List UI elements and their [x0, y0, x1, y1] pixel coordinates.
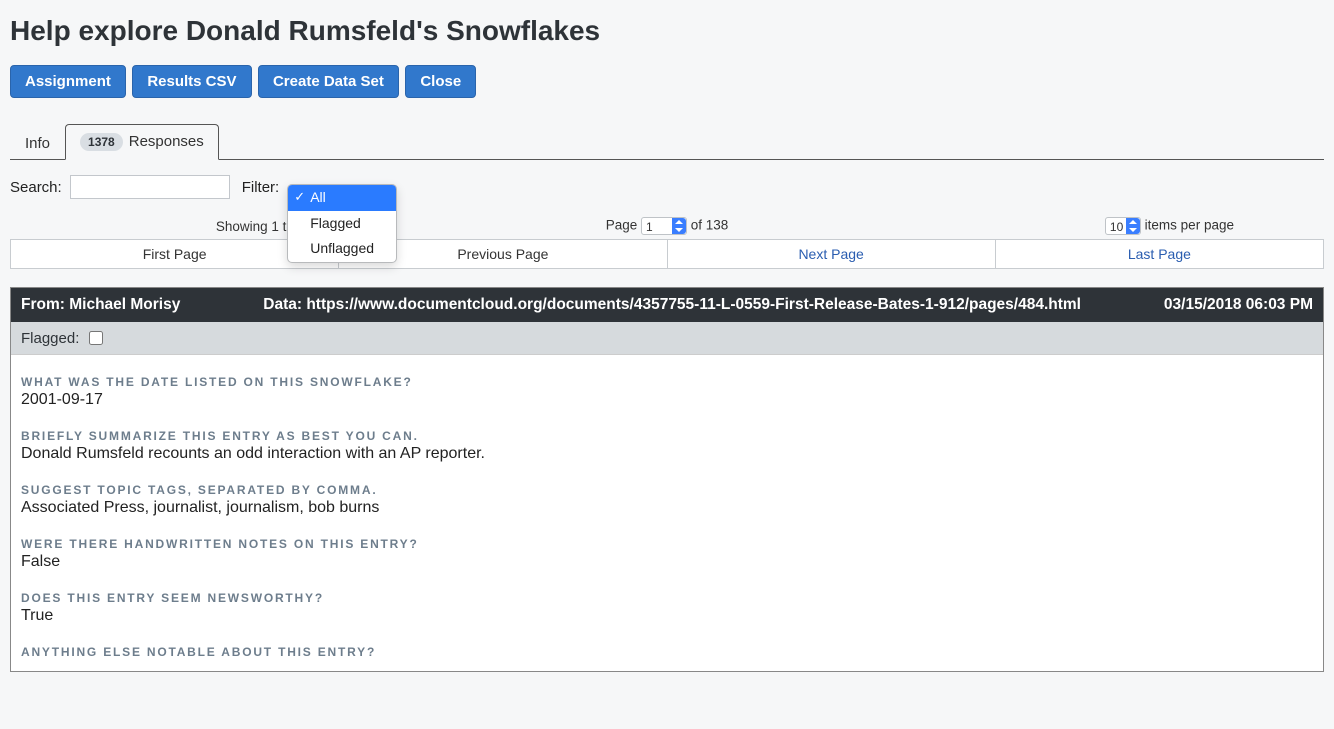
filter-option-all[interactable]: All	[288, 185, 396, 211]
create-data-set-button[interactable]: Create Data Set	[258, 65, 399, 98]
filter-option-unflagged[interactable]: Unflagged	[288, 236, 396, 262]
qa-answer: 2001-09-17	[21, 391, 1313, 409]
assignment-button[interactable]: Assignment	[10, 65, 126, 98]
close-button[interactable]: Close	[405, 65, 476, 98]
pager-page-controls: Page 1 of 138	[450, 217, 884, 235]
qa-question: DOES THIS ENTRY SEEM NEWSWORTHY?	[21, 591, 1313, 605]
items-stepper-icon[interactable]	[1126, 218, 1140, 234]
search-label: Search:	[10, 179, 62, 196]
qa-block: WERE THERE HANDWRITTEN NOTES ON THIS ENT…	[21, 537, 1313, 571]
pager-row: Showing 1 to 10 of Page 1 of 138 10 item…	[10, 217, 1324, 235]
tab-responses[interactable]: 1378 Responses	[65, 124, 219, 160]
data-label: Data:	[263, 296, 302, 313]
pager-of-text: of 138	[691, 218, 729, 233]
pager-items-controls: 10 items per page	[890, 217, 1324, 235]
response-from: From: Michael Morisy	[21, 296, 180, 314]
qa-block: BRIEFLY SUMMARIZE THIS ENTRY AS BEST YOU…	[21, 429, 1313, 463]
qa-question: SUGGEST TOPIC TAGS, SEPARATED BY COMMA.	[21, 483, 1313, 497]
page-number-value: 1	[646, 220, 653, 234]
results-csv-button[interactable]: Results CSV	[132, 65, 251, 98]
next-page-button[interactable]: Next Page	[668, 240, 996, 268]
qa-block: WHAT WAS THE DATE LISTED ON THIS SNOWFLA…	[21, 375, 1313, 409]
tab-bar: Info 1378 Responses	[10, 123, 1324, 160]
tab-info[interactable]: Info	[10, 126, 65, 160]
page-stepper-icon[interactable]	[672, 218, 686, 234]
qa-question: BRIEFLY SUMMARIZE THIS ENTRY AS BEST YOU…	[21, 429, 1313, 443]
response-header: From: Michael Morisy Data: https://www.d…	[11, 288, 1323, 322]
last-page-button[interactable]: Last Page	[996, 240, 1323, 268]
qa-answer: Associated Press, journalist, journalism…	[21, 499, 1313, 517]
response-timestamp: 03/15/2018 06:03 PM	[1164, 296, 1313, 314]
flagged-checkbox[interactable]	[89, 331, 103, 345]
filter-label: Filter:	[242, 179, 280, 196]
from-name: Michael Morisy	[69, 296, 180, 313]
search-filter-row: Search: Filter: All Flagged Unflagged	[10, 175, 1324, 199]
filter-dropdown-menu: All Flagged Unflagged	[287, 184, 397, 263]
qa-block: ANYTHING ELSE NOTABLE ABOUT THIS ENTRY?	[21, 645, 1313, 659]
response-data: Data: https://www.documentcloud.org/docu…	[180, 296, 1164, 314]
flagged-row: Flagged:	[11, 322, 1323, 355]
from-label: From:	[21, 296, 65, 313]
responses-count-badge: 1378	[80, 133, 123, 151]
qa-answer: True	[21, 607, 1313, 625]
qa-answer: Donald Rumsfeld recounts an odd interact…	[21, 445, 1313, 463]
page-title: Help explore Donald Rumsfeld's Snowflake…	[10, 15, 1324, 47]
qa-question: WERE THERE HANDWRITTEN NOTES ON THIS ENT…	[21, 537, 1313, 551]
qa-answer: False	[21, 553, 1313, 571]
response-body: WHAT WAS THE DATE LISTED ON THIS SNOWFLA…	[11, 355, 1323, 671]
tab-responses-label: Responses	[129, 133, 204, 150]
items-per-page-label: items per page	[1145, 218, 1234, 233]
items-per-page-value: 10	[1110, 220, 1123, 234]
qa-question: WHAT WAS THE DATE LISTED ON THIS SNOWFLA…	[21, 375, 1313, 389]
search-input[interactable]	[70, 175, 230, 199]
data-url-value: https://www.documentcloud.org/documents/…	[306, 296, 1081, 313]
qa-block: DOES THIS ENTRY SEEM NEWSWORTHY? True	[21, 591, 1313, 625]
pagination-nav: First Page Previous Page Next Page Last …	[10, 239, 1324, 269]
filter-option-flagged[interactable]: Flagged	[288, 211, 396, 237]
response-card: From: Michael Morisy Data: https://www.d…	[10, 287, 1324, 672]
pager-page-label: Page	[606, 218, 638, 233]
items-per-page-input[interactable]: 10	[1105, 217, 1141, 235]
action-button-row: Assignment Results CSV Create Data Set C…	[10, 65, 1324, 98]
qa-block: SUGGEST TOPIC TAGS, SEPARATED BY COMMA. …	[21, 483, 1313, 517]
flagged-label: Flagged:	[21, 330, 79, 347]
qa-question: ANYTHING ELSE NOTABLE ABOUT THIS ENTRY?	[21, 645, 1313, 659]
page-number-input[interactable]: 1	[641, 217, 687, 235]
